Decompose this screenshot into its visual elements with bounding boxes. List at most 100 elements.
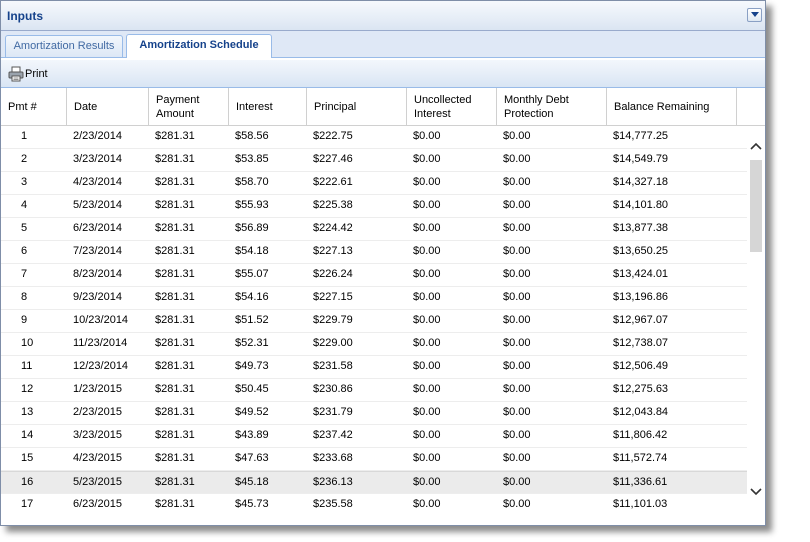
table-cell: $0.00 [503,383,531,395]
table-cell: 15 [21,452,34,464]
column-header-interest[interactable]: Interest [229,88,307,125]
table-cell: 6/23/2015 [73,498,122,510]
table-cell: $0.00 [503,245,531,257]
table-cell: $281.31 [155,153,195,165]
table-cell: 6 [21,245,28,257]
column-header-date[interactable]: Date [67,88,149,125]
table-cell: $0.00 [413,153,441,165]
table-cell: $0.00 [503,291,531,303]
table-row[interactable]: 4 5/23/2014 $281.31 $55.93 $225.38 $0.00 $0.00… [1,195,747,218]
table-row[interactable]: 2 3/23/2014 $281.31 $53.85 $227.46 $0.00 $0.00… [1,149,747,172]
column-header-monthly-debt-protection[interactable]: Monthly Debt Protection [497,88,607,125]
table-row[interactable]: 8 9/23/2014 $281.31 $54.16 $227.15 $0.00 $0.00… [1,287,747,310]
table-cell: $0.00 [503,429,531,441]
vertical-scrollbar[interactable] [747,126,765,516]
table-cell: $235.58 [313,498,353,510]
table-cell: 7 [21,268,28,280]
table-cell: $222.75 [313,130,353,142]
table-cell: $56.89 [235,222,269,234]
table-cell: $0.00 [413,383,441,395]
table-cell: $281.31 [155,337,195,349]
table-cell: 5 [21,222,28,234]
table-cell: $12,275.63 [613,383,669,395]
table-row[interactable]: 14 3/23/2015 $281.31 $43.89 $237.42 $0.00 $0.0… [1,425,747,448]
table-cell: $281.31 [155,476,195,488]
table-row[interactable]: 12 1/23/2015 $281.31 $50.45 $230.86 $0.00 $0.0… [1,379,747,402]
table-cell: $14,777.25 [613,130,669,142]
table-cell: $14,549.79 [613,153,669,165]
table-row[interactable]: 16 5/23/2015 $281.31 $45.18 $236.13 $0.00 $0.0… [1,471,747,494]
column-header-pmt[interactable]: Pmt # [1,88,67,125]
amortization-window: Inputs Amortization Results Amortization… [0,0,766,526]
column-header-uncollected-interest[interactable]: Uncollected Interest [407,88,497,125]
table-cell: 9/23/2014 [73,291,122,303]
table-cell: 17 [21,498,34,510]
table-cell: $231.79 [313,406,353,418]
scrollbar-thumb[interactable] [750,160,762,252]
table-cell: $281.31 [155,291,195,303]
table-row[interactable]: 3 4/23/2014 $281.31 $58.70 $222.61 $0.00 $0.00… [1,172,747,195]
table-cell: 3/23/2015 [73,429,122,441]
scroll-up-icon[interactable] [749,140,763,152]
table-cell: $54.16 [235,291,269,303]
table-cell: $13,877.38 [613,222,669,234]
table-cell: $0.00 [503,130,531,142]
table-cell: $14,101.80 [613,199,669,211]
table-cell: $55.07 [235,268,269,280]
table-cell: $12,043.84 [613,406,669,418]
inputs-panel-header[interactable]: Inputs [1,1,765,31]
expand-collapse-button[interactable] [747,8,762,22]
table-row[interactable]: 15 4/23/2015 $281.31 $47.63 $233.68 $0.00 $0.0… [1,448,747,471]
table-cell: $0.00 [503,337,531,349]
scroll-down-icon[interactable] [749,486,763,498]
table-cell: $13,196.86 [613,291,669,303]
table-cell: 9 [21,314,28,326]
table-cell: 10 [21,337,34,349]
table-row[interactable]: 9 10/23/2014 $281.31 $51.52 $229.79 $0.00 $0.0… [1,310,747,333]
column-header-balance-remaining[interactable]: Balance Remaining [607,88,737,125]
table-row[interactable]: 1 2/23/2014 $281.31 $58.56 $222.75 $0.00 $0.00… [1,126,747,149]
table-row[interactable]: 6 7/23/2014 $281.31 $54.18 $227.13 $0.00 $0.00… [1,241,747,264]
table-cell: $49.52 [235,406,269,418]
table-cell: $0.00 [503,360,531,372]
table-cell: $13,650.25 [613,245,669,257]
table-cell: 7/23/2014 [73,245,122,257]
table-cell: $0.00 [503,199,531,211]
table-cell: 1 [21,130,28,142]
table-cell: $226.24 [313,268,353,280]
table-cell: $0.00 [413,429,441,441]
tab-amortization-results[interactable]: Amortization Results [5,35,123,57]
table-cell: $227.13 [313,245,353,257]
column-header-principal[interactable]: Principal [307,88,407,125]
table-cell: $281.31 [155,222,195,234]
table-cell: $281.31 [155,360,195,372]
table-row[interactable]: 11 12/23/2014 $281.31 $49.73 $231.58 $0.00 $0.… [1,356,747,379]
table-cell: $0.00 [413,360,441,372]
table-cell: $0.00 [413,268,441,280]
table-cell: $47.63 [235,452,269,464]
tab-amortization-schedule[interactable]: Amortization Schedule [126,34,272,58]
table-row[interactable]: 10 11/23/2014 $281.31 $52.31 $229.00 $0.00 $0.… [1,333,747,356]
table-cell: $229.00 [313,337,353,349]
table-cell: $281.31 [155,314,195,326]
table-cell: $0.00 [413,452,441,464]
table-cell: $11,572.74 [613,452,668,464]
table-cell: 4 [21,199,28,211]
table-cell: 8 [21,291,28,303]
table-cell: $222.61 [313,176,353,188]
table-cell: 16 [21,476,34,488]
table-cell: $281.31 [155,452,195,464]
table-cell: 4/23/2014 [73,176,122,188]
table-cell: $50.45 [235,383,269,395]
table-row[interactable]: 5 6/23/2014 $281.31 $56.89 $224.42 $0.00 $0.00… [1,218,747,241]
table-row[interactable]: 17 6/23/2015 $281.31 $45.73 $235.58 $0.00 $0.0… [1,494,747,516]
schedule-rows: 1 2/23/2014 $281.31 $58.56 $222.75 $0.00 $0.00… [1,126,747,516]
chevron-down-icon [751,12,759,17]
table-row[interactable]: 7 8/23/2014 $281.31 $55.07 $226.24 $0.00 $0.00… [1,264,747,287]
table-row[interactable]: 13 2/23/2015 $281.31 $49.52 $231.79 $0.00 $0.0… [1,402,747,425]
table-cell: $231.58 [313,360,353,372]
table-cell: $0.00 [503,498,531,510]
table-cell: $281.31 [155,176,195,188]
column-header-payment-amount[interactable]: Payment Amount [149,88,229,125]
table-cell: $0.00 [413,406,441,418]
